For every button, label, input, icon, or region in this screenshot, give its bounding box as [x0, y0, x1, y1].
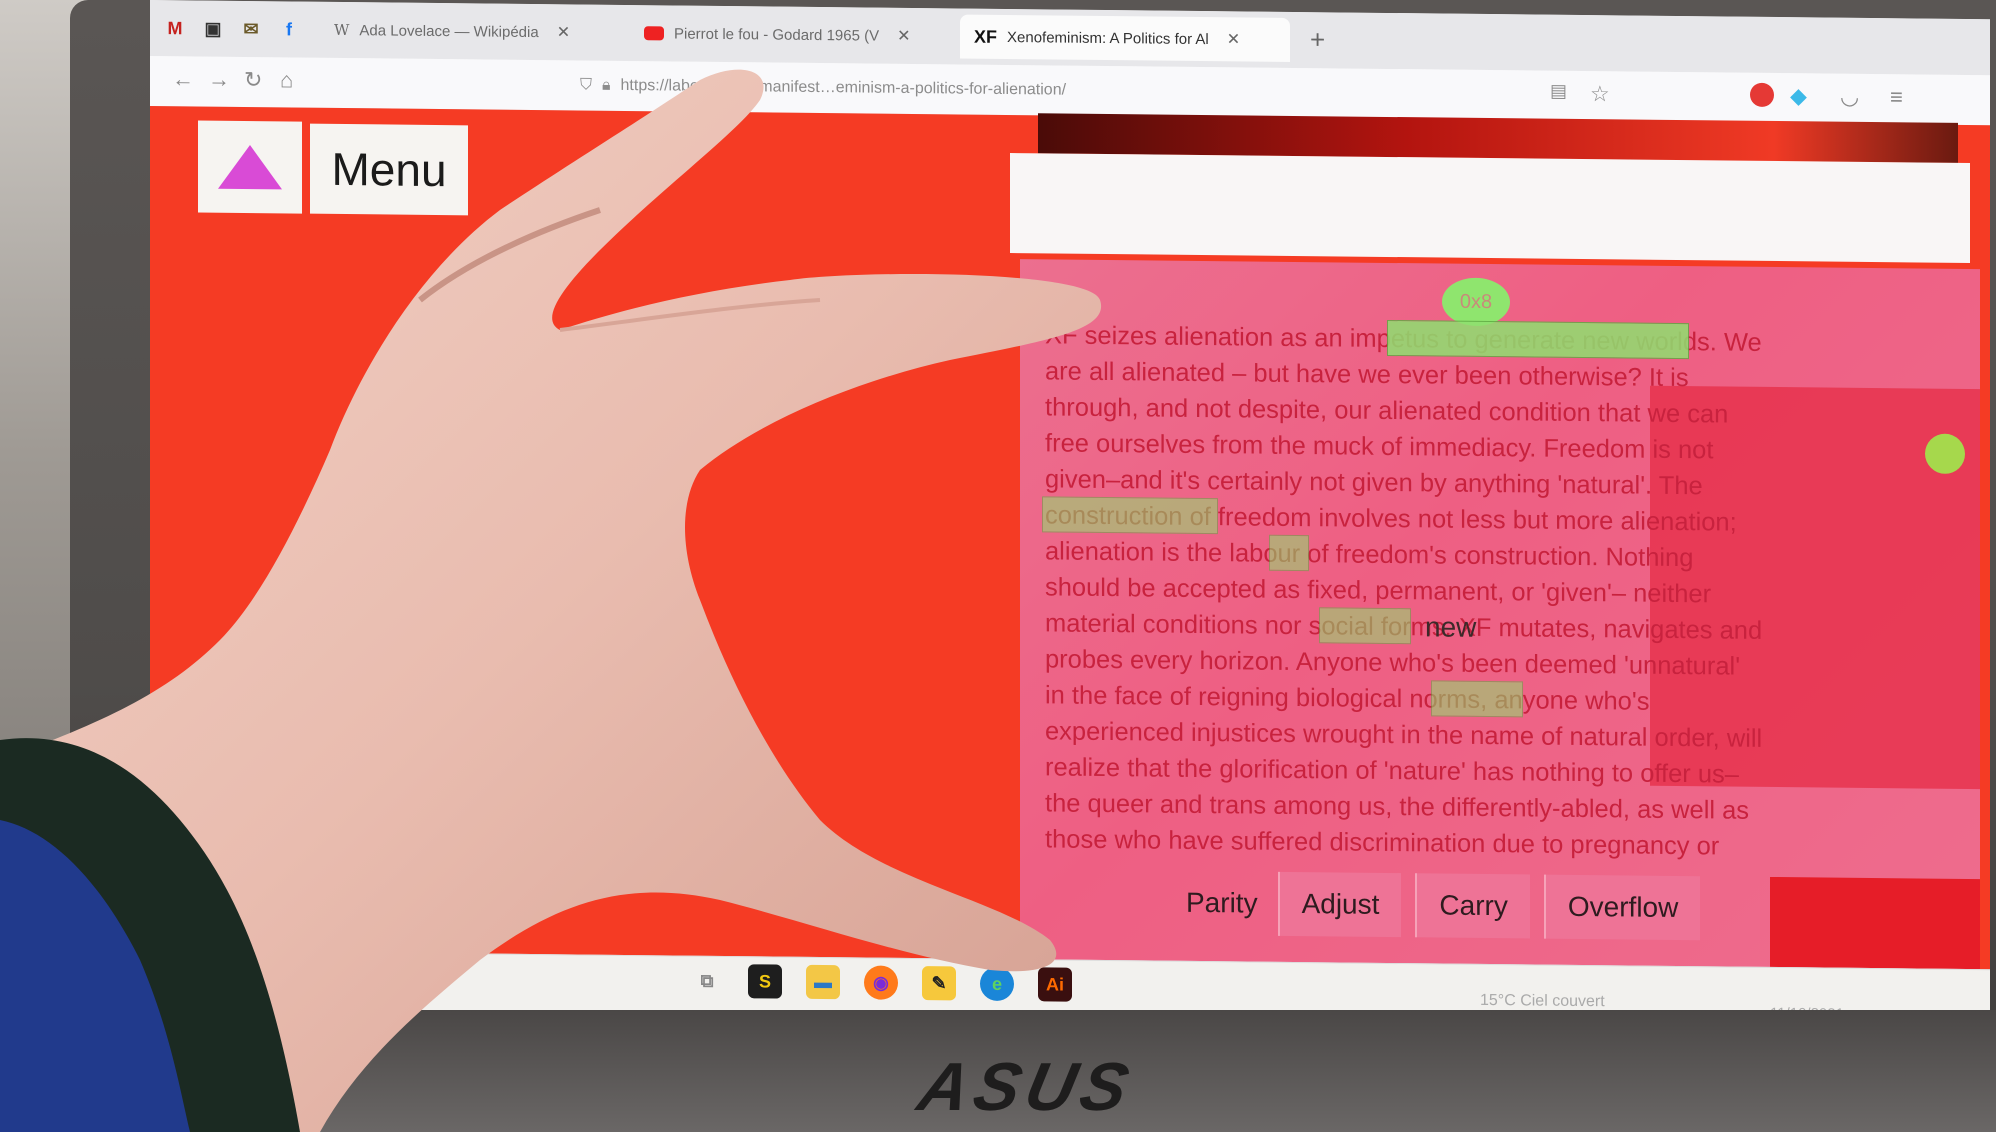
hand-photo — [0, 69, 1102, 1132]
